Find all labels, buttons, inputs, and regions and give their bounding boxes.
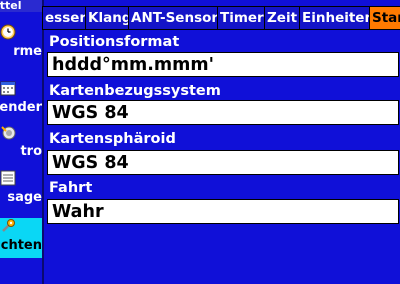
- sidebar-item-label: tro: [20, 144, 42, 159]
- sidebar-item-einrichten[interactable]: chten: [0, 218, 42, 258]
- sidebar: ittel rme ender tro sage: [0, 0, 44, 284]
- tab-ant-sensor[interactable]: ANT-Sensor: [128, 6, 220, 30]
- sidebar-header: ittel: [0, 0, 42, 12]
- tab-standort[interactable]: Stan: [369, 6, 400, 30]
- position-format-label: Positionsformat: [49, 34, 180, 50]
- heading-field[interactable]: Wahr: [47, 199, 399, 224]
- tab-timer[interactable]: Timer: [217, 6, 267, 30]
- position-format-field[interactable]: hddd°mm.mmm': [47, 52, 399, 77]
- sidebar-item-label: rme: [13, 44, 42, 59]
- map-datum-label: Kartenbezugssystem: [49, 83, 221, 99]
- sidebar-item-alarme[interactable]: rme: [0, 24, 42, 64]
- map-datum-field[interactable]: WGS 84: [47, 100, 399, 125]
- sidebar-item-label: sage: [7, 190, 42, 205]
- notepad-icon: [0, 170, 16, 186]
- map-spheroid-label: Kartensphäroid: [49, 131, 176, 147]
- tab-einheiten[interactable]: Einheiten: [299, 6, 373, 30]
- tab-klang[interactable]: Klang: [85, 6, 131, 30]
- tools-icon: [1, 126, 16, 140]
- clock-icon: [0, 24, 16, 40]
- sidebar-item-nachrichten[interactable]: sage: [0, 170, 42, 210]
- sidebar-item-astro[interactable]: tro: [0, 124, 42, 164]
- sidebar-item-label: ender: [0, 100, 42, 115]
- sidebar-item-kalender[interactable]: ender: [0, 80, 42, 120]
- tab-bar: esser Klang ANT-Sensor Timer Zeit Einhei…: [42, 6, 400, 30]
- calendar-icon: [0, 81, 16, 96]
- heading-label: Fahrt: [49, 180, 93, 196]
- map-spheroid-field[interactable]: WGS 84: [47, 150, 399, 175]
- tab-zeit[interactable]: Zeit: [264, 6, 302, 30]
- wrench-icon: [2, 219, 15, 232]
- settings-panel: Positionsformat hddd°mm.mmm' Kartenbezug…: [45, 30, 400, 284]
- sidebar-item-label: chten: [0, 238, 42, 253]
- tab-hoehenmesser[interactable]: esser: [42, 6, 88, 30]
